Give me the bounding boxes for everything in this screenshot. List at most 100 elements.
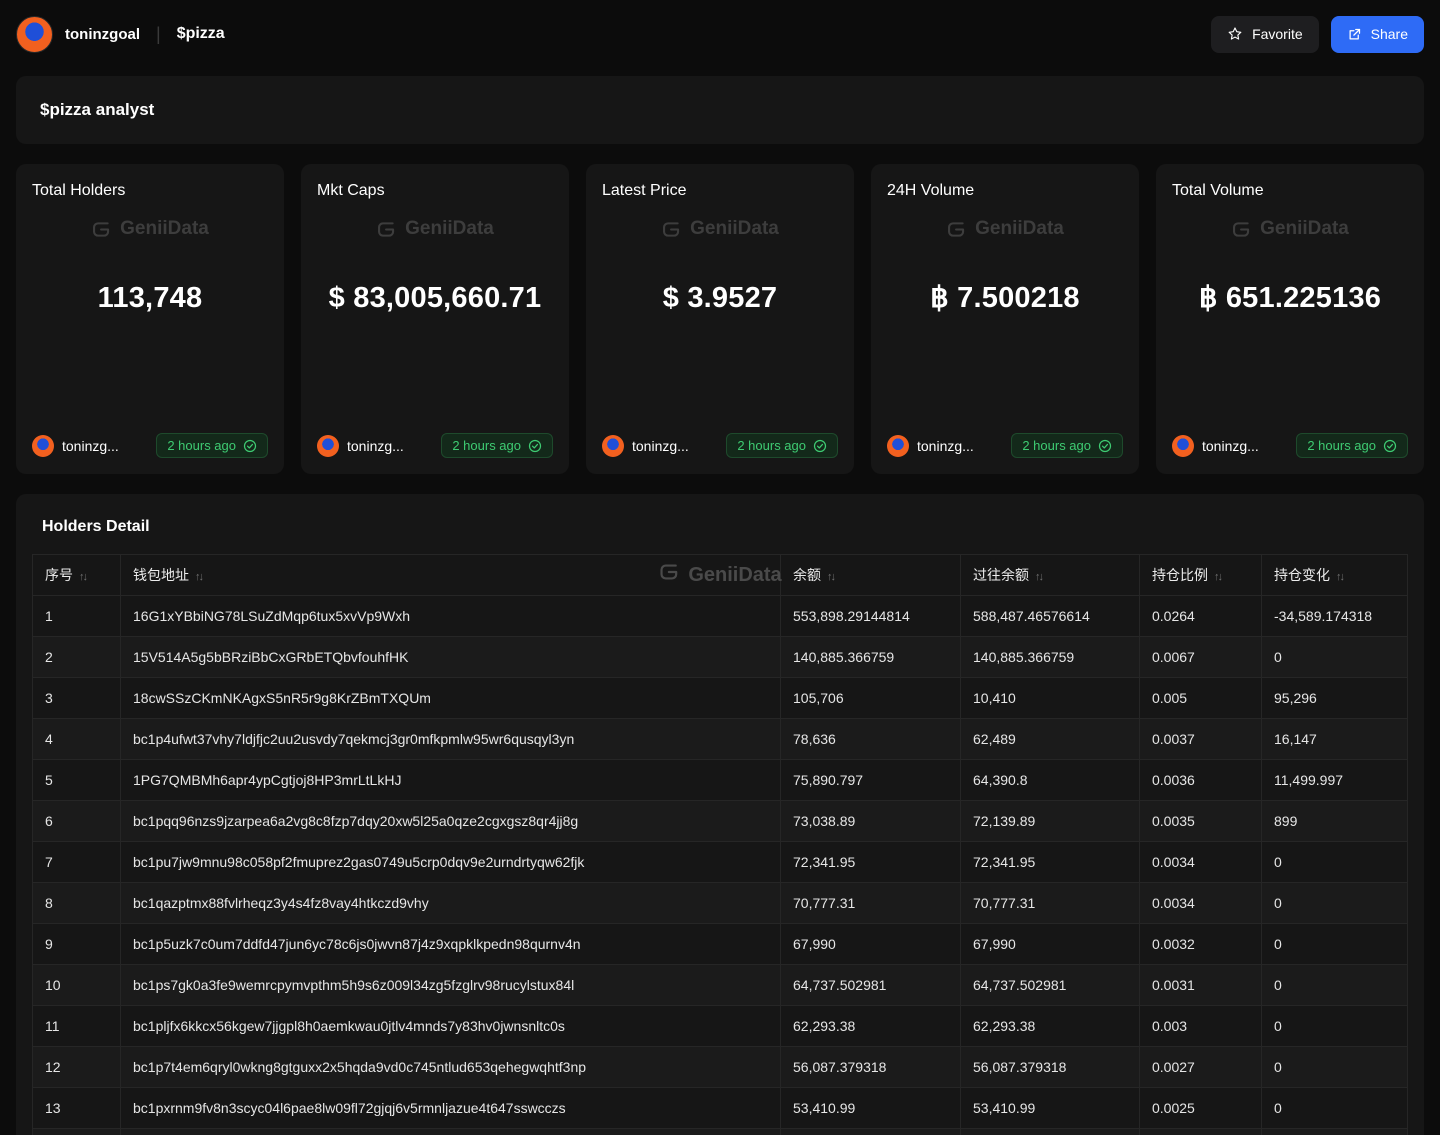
table-cell: 899 (1262, 801, 1408, 842)
column-header[interactable]: 余额 ↑↓ (781, 555, 961, 596)
holders-header-row: 序号↑↓钱包地址↑↓余额↑↓过往余额↑↓持仓比例↑↓持仓变化↑↓ (33, 555, 1408, 596)
table-cell: 64,737.502981 (781, 965, 961, 1006)
star-icon (1227, 26, 1243, 42)
column-header[interactable]: 钱包地址 ↑↓ (121, 555, 781, 596)
sort-icon[interactable]: ↑↓ (1336, 571, 1343, 583)
geniidata-watermark: GeniiData (32, 218, 268, 240)
geniidata-watermark: GeniiData (887, 218, 1123, 240)
table-cell: 0 (1262, 842, 1408, 883)
favorite-button[interactable]: Favorite (1211, 16, 1319, 53)
stat-author-name: toninzg... (632, 438, 689, 454)
table-row: 116G1xYBbiNG78LSuZdMqp6tux5xvVp9Wxh553,8… (33, 596, 1408, 637)
table-cell: 10,410 (961, 678, 1140, 719)
stat-title: Total Holders (32, 182, 268, 200)
table-cell: 0.005 (1140, 678, 1262, 719)
column-header[interactable]: 过往余额 ↑↓ (961, 555, 1140, 596)
brand-name[interactable]: toninzgoal (65, 26, 140, 43)
table-cell: 7 (33, 842, 121, 883)
holders-title: Holders Detail (42, 518, 1408, 536)
stat-author-name: toninzg... (347, 438, 404, 454)
token-name: $pizza (177, 25, 225, 43)
table-cell: bc1pxrnm9fv8n3scyc04l6pae8lw09fl72gjqj6v… (121, 1088, 781, 1129)
check-icon (528, 439, 542, 453)
stat-card: Latest Price GeniiData $ 3.9527 toninzg.… (586, 164, 854, 474)
column-header-label: 序号 (45, 567, 73, 583)
table-cell: 105,706 (781, 678, 961, 719)
table-cell: bc1qazptmx88fvlrheqz3y4s4fz8vay4htkczd9v… (121, 883, 781, 924)
table-cell: 13 (33, 1088, 121, 1129)
table-row: 10bc1ps7gk0a3fe9wemrcpymvpthm5h9s6z009l3… (33, 965, 1408, 1006)
table-cell: 0 (1262, 1088, 1408, 1129)
stats-row: Total Holders GeniiData 113,748 toninzg.… (16, 164, 1424, 474)
table-cell: 56,087.379318 (961, 1047, 1140, 1088)
table-cell: 5 (33, 760, 121, 801)
watermark-label: GeniiData (1260, 218, 1349, 240)
column-header[interactable]: 序号 ↑↓ (33, 555, 121, 596)
table-row: 11bc1pljfx6kkcx56kgew7jjgpl8h0aemkwau0jt… (33, 1006, 1408, 1047)
stat-footer: toninzg... 2 hours ago (887, 433, 1123, 458)
favorite-button-label: Favorite (1252, 26, 1303, 42)
table-cell: 0 (1262, 883, 1408, 924)
author-avatar (32, 435, 54, 457)
sort-icon[interactable]: ↑↓ (1035, 571, 1042, 583)
geniidata-logo-icon (91, 219, 112, 240)
time-badge: 2 hours ago (156, 433, 268, 458)
table-cell: 10 (33, 965, 121, 1006)
stat-title: Total Volume (1172, 182, 1408, 200)
brand-divider: | (156, 24, 161, 45)
author-avatar (602, 435, 624, 457)
table-cell: 0.0025 (1140, 1088, 1262, 1129)
stat-author-name: toninzg... (62, 438, 119, 454)
table-row: 215V514A5g5bBRziBbCxGRbETQbvfouhfHK140,8… (33, 637, 1408, 678)
time-badge: 2 hours ago (1011, 433, 1123, 458)
table-cell: 9 (33, 924, 121, 965)
sort-icon[interactable]: ↑↓ (79, 571, 86, 583)
table-cell: 1 (33, 596, 121, 637)
holders-table: 序号↑↓钱包地址↑↓余额↑↓过往余额↑↓持仓比例↑↓持仓变化↑↓ 116G1xY… (32, 554, 1408, 1135)
sort-icon[interactable]: ↑↓ (827, 571, 834, 583)
column-header-label: 余额 (793, 567, 821, 583)
column-header-label: 钱包地址 (133, 567, 189, 583)
holders-card: Holders Detail GeniiData 序号↑↓钱包地址↑↓余额↑↓过… (16, 494, 1424, 1135)
geniidata-watermark: GeniiData (1172, 218, 1408, 240)
column-header[interactable]: 持仓变化↑↓ (1262, 555, 1408, 596)
brand-avatar (16, 16, 53, 53)
table-cell: 0.0034 (1140, 883, 1262, 924)
table-cell: 53,410.99 (781, 1088, 961, 1129)
stat-author-name: toninzg... (1202, 438, 1259, 454)
stat-time-label: 2 hours ago (452, 438, 521, 453)
table-cell: 73,038.89 (781, 801, 961, 842)
table-cell: 0.0067 (1140, 637, 1262, 678)
stat-card: 24H Volume GeniiData ฿ 7.500218 toninzg.… (871, 164, 1139, 474)
holders-table-body: 116G1xYBbiNG78LSuZdMqp6tux5xvVp9Wxh553,8… (33, 596, 1408, 1135)
column-header[interactable]: 持仓比例 ↑↓ (1140, 555, 1262, 596)
page-title-card: $pizza analyst (16, 76, 1424, 144)
share-button[interactable]: Share (1331, 16, 1424, 53)
geniidata-logo-icon (661, 219, 682, 240)
stat-title: Latest Price (602, 182, 838, 200)
stat-time-label: 2 hours ago (1022, 438, 1091, 453)
table-row: 6bc1pqq96nzs9jzarpea6a2vg8c8fzp7dqy20xw5… (33, 801, 1408, 842)
stat-footer: toninzg... 2 hours ago (602, 433, 838, 458)
stat-time-label: 2 hours ago (1307, 438, 1376, 453)
stat-title: 24H Volume (887, 182, 1123, 200)
geniidata-logo-icon (1231, 219, 1252, 240)
share-icon (1347, 27, 1362, 42)
sort-icon[interactable]: ↑↓ (1214, 571, 1221, 583)
table-cell: 16G1xYBbiNG78LSuZdMqp6tux5xvVp9Wxh (121, 596, 781, 637)
sort-icon[interactable]: ↑↓ (195, 571, 202, 583)
table-cell: 15V514A5g5bBRziBbCxGRbETQbvfouhfHK (121, 637, 781, 678)
table-cell: 12 (33, 1047, 121, 1088)
table-cell: 67,990 (781, 924, 961, 965)
time-badge: 2 hours ago (1296, 433, 1408, 458)
column-header-label: 过往余额 (973, 567, 1029, 583)
watermark-label: GeniiData (690, 218, 779, 240)
table-cell: 62,489 (961, 719, 1140, 760)
table-cell: 18cwSSzCKmNKAgxS5nR5r9g8KrZBmTXQUm (121, 678, 781, 719)
stat-value: ฿ 7.500218 (930, 282, 1079, 315)
page-title: $pizza analyst (40, 100, 154, 119)
table-cell: 70,777.31 (781, 883, 961, 924)
topbar: toninzgoal | $pizza Favorite Share (0, 0, 1440, 68)
column-header-label: 持仓比例 (1152, 567, 1208, 583)
table-row: 4bc1p4ufwt37vhy7ldjfjc2uu2usvdy7qekmcj3g… (33, 719, 1408, 760)
